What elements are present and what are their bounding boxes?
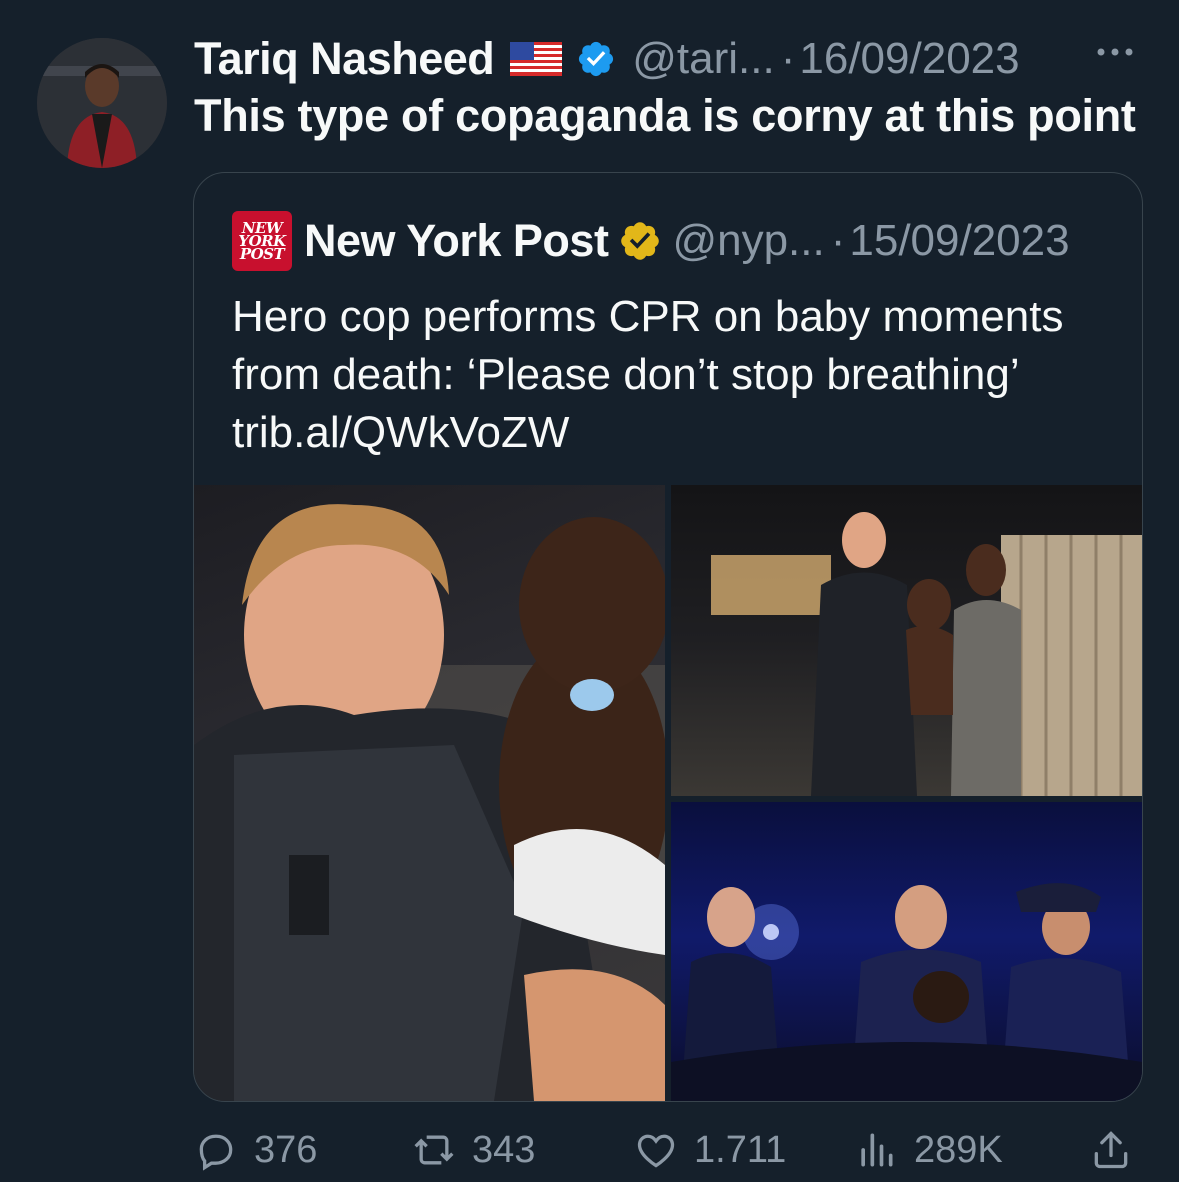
gold-verified-badge-icon [621,222,660,260]
reply-icon [199,1134,233,1171]
quoted-tweet-header: NEW YORK POST New York Post @nyp... · 15… [232,211,1070,271]
reply-count: 376 [254,1128,318,1171]
quoted-author-handle[interactable]: @nyp... [672,216,824,266]
retweet-button[interactable]: 343 [412,1128,535,1172]
separator-dot: · [780,34,796,83]
quoted-text-body: Hero cop performs CPR on baby moments fr… [232,292,1064,399]
more-icon[interactable] [1091,40,1139,64]
like-count: 1.711 [694,1128,787,1171]
photo-officer-with-family[interactable] [671,485,1142,796]
action-bar: 376 343 1.711 289K [194,1128,1144,1178]
share-button[interactable] [1089,1128,1133,1172]
photo-cpr-scene[interactable] [671,802,1142,1101]
separator-dot: · [830,216,846,265]
media-grid [194,485,1142,1101]
tweet-text: This type of copaganda is corny at this … [194,90,1136,141]
flag-us-icon [510,42,563,76]
tweet-header: Tariq Nasheed @tari... · 16/09/2023 [194,30,1020,88]
like-button[interactable]: 1.711 [634,1128,786,1172]
views-icon [861,1133,893,1167]
views-count: 289K [914,1128,1003,1171]
quoted-link[interactable]: trib.al/QWkVoZW [232,408,569,457]
author-name[interactable]: Tariq Nasheed [194,33,495,85]
retweet-count: 343 [472,1128,536,1171]
quoted-tweet-text: Hero cop performs CPR on baby moments fr… [232,288,1112,462]
views-button[interactable]: 289K [854,1128,1003,1172]
quoted-date[interactable]: 15/09/2023 [849,216,1069,266]
avatar[interactable] [37,38,167,168]
retweet-icon [414,1135,454,1165]
verified-badge-icon [579,41,614,77]
new-york-post-logo: NEW YORK POST [232,211,292,271]
like-icon [637,1134,675,1168]
photo-officer-with-baby[interactable] [194,485,665,1101]
quoted-author-name[interactable]: New York Post [304,215,609,267]
quoted-tweet-card[interactable]: NEW YORK POST New York Post @nyp... · 15… [193,172,1143,1102]
tweet-date[interactable]: 16/09/2023 [799,34,1019,84]
reply-button[interactable]: 376 [194,1128,317,1172]
author-handle[interactable]: @tari... [632,34,774,84]
share-icon [1094,1131,1128,1169]
